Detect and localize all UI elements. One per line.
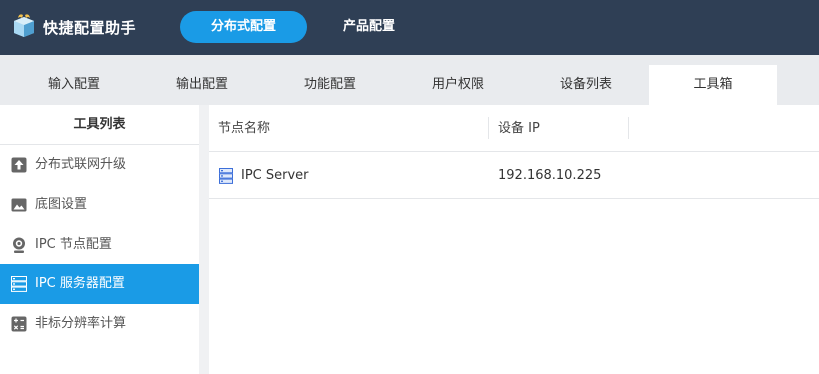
app-header: 快捷配置助手 分布式配置 产品配置 [0,0,819,55]
tool-sidebar: 工具列表 分布式联网升级 底图设置 IPC 节点配置 IPC 服务器配置 非标分… [0,105,199,374]
server-icon [219,168,233,184]
sidebar-item-base-map[interactable]: 底图设置 [0,185,199,225]
subtab-output-config[interactable]: 输出配置 [138,65,266,105]
sidebar-item-label: 底图设置 [35,197,88,212]
subtab-device-list[interactable]: 设备列表 [522,65,650,105]
calculator-icon [11,316,27,332]
upload-icon [11,157,27,173]
sidebar-item-label: IPC 节点配置 [35,237,112,252]
column-separator [628,117,629,139]
server-icon [11,276,27,292]
sidebar-item-ipc-server-config[interactable]: IPC 服务器配置 [0,264,199,304]
cell-node-name: IPC Server [241,168,309,183]
subtab-user-permissions[interactable]: 用户权限 [394,65,522,105]
tab-product-config[interactable]: 产品配置 [319,11,419,43]
sidebar-item-resolution-calc[interactable]: 非标分辨率计算 [0,304,199,344]
column-header-device-ip: 设备 IP [498,121,540,136]
image-icon [11,198,27,212]
webcam-icon [13,237,25,253]
sidebar-title: 工具列表 [0,105,199,145]
subtab-toolbox[interactable]: 工具箱 [649,65,777,105]
sidebar-item-label: 分布式联网升级 [35,157,127,172]
sidebar-item-label: 非标分辨率计算 [35,316,127,331]
app-title: 快捷配置助手 [43,19,137,37]
tab-distributed-config[interactable]: 分布式配置 [180,11,307,43]
column-header-node-name: 节点名称 [218,121,271,136]
sidebar-item-ipc-node-config[interactable]: IPC 节点配置 [0,225,199,265]
node-table: 节点名称 设备 IP IPC Server 192.168.10.225 [209,105,819,374]
subtab-input-config[interactable]: 输入配置 [10,65,138,105]
cell-device-ip: 192.168.10.225 [498,168,602,183]
panel-divider [199,105,209,374]
sidebar-item-label: IPC 服务器配置 [35,276,125,291]
table-header: 节点名称 设备 IP [209,105,819,152]
table-row[interactable]: IPC Server 192.168.10.225 [209,153,819,199]
subtab-function-config[interactable]: 功能配置 [266,65,394,105]
sub-navigation: 输入配置 输出配置 功能配置 用户权限 设备列表 工具箱 [0,55,819,105]
app-logo-icon [14,14,34,37]
column-separator [488,117,489,139]
sidebar-item-distributed-upgrade[interactable]: 分布式联网升级 [0,145,199,185]
